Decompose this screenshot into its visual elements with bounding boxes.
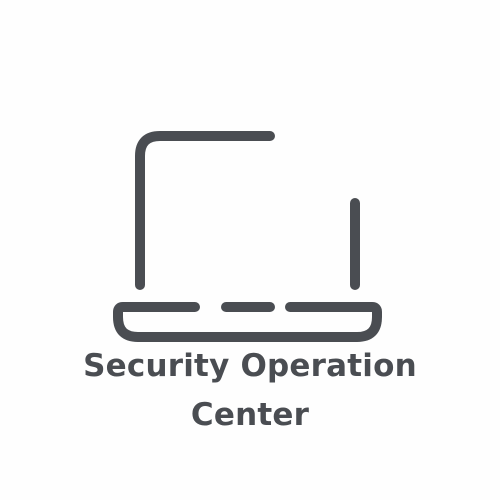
logo-canvas: Security Operation Center [0,0,500,500]
screen-frame-left [135,131,275,290]
logo-caption-line-2: Center [190,397,310,433]
logo-caption-line-1: Security Operation [83,348,417,384]
